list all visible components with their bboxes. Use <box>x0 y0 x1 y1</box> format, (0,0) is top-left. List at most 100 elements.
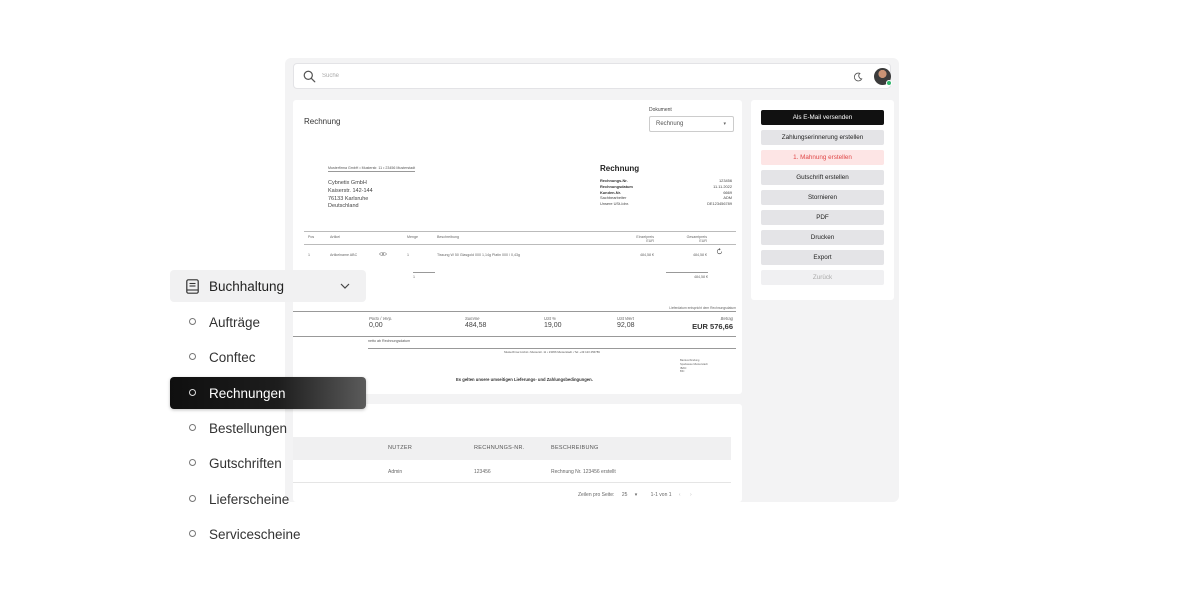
circle-icon <box>189 389 196 396</box>
delivery-note: Lieferdatum entspricht dem Rechnungsdatu… <box>669 306 736 310</box>
col-artikel: Artikel <box>330 235 340 239</box>
bank-details: Bankverbindung Sparkasse Musterstadt IBA… <box>680 359 707 374</box>
chevron-down-icon <box>340 283 350 289</box>
recipient-line: Cybnetix GmbH <box>328 180 367 186</box>
col-pos: Pos <box>308 235 315 239</box>
col-einzelpreis-unit: EUR <box>646 239 654 243</box>
rows-per-page-select[interactable]: 25 ▾ <box>622 492 643 498</box>
sidebar-item-label: Servicescheine <box>209 527 301 542</box>
total-ust-wert: USt Wert 92,08 <box>617 316 635 329</box>
sidebar-item-label: Lieferscheine <box>209 492 290 507</box>
chevron-down-icon: ▾ <box>723 121 726 127</box>
invoice-meta: Rechnungs-Nr. 123456 Rechnungsdatum 11.11.… <box>600 178 732 207</box>
total-betrag: Betrag EUR 576,66 <box>692 316 733 331</box>
chevron-right-icon[interactable]: › <box>690 492 692 498</box>
sidebar-item-label: Gutschriften <box>209 456 282 471</box>
sum-total: 484,58 € <box>666 272 708 279</box>
sidebar-item-rechnungen[interactable]: Rechnungen <box>170 377 366 409</box>
cell-gesamtpreis: 484,58 € <box>693 253 707 257</box>
recipient-line: 76133 Karlsruhe <box>328 195 369 202</box>
invoice-footer: Musterfirma GmbH • Musterstr. 11 • 23456… <box>368 348 736 354</box>
circle-icon <box>189 318 196 325</box>
email-send-button[interactable]: Als E-Mail versenden <box>761 110 884 125</box>
print-button[interactable]: Drucken <box>761 230 884 245</box>
cell-beschreibung: Rechnung Nr. 123456 erstellt <box>551 469 616 475</box>
circle-icon <box>189 424 196 431</box>
payment-terms: netto ab Rechnungsdatum <box>368 339 411 343</box>
invoice-heading: Rechnung <box>600 164 640 173</box>
col-menge: Menge <box>407 235 418 239</box>
book-icon <box>186 279 199 294</box>
search-icon <box>303 70 316 83</box>
circle-icon <box>189 530 196 537</box>
cell-artikel: Artikelname ABC <box>330 253 358 257</box>
col-gesamtpreis-unit: EUR <box>699 239 707 243</box>
recipient-line: Kaiserstr. 142-144 <box>328 187 373 194</box>
avatar[interactable] <box>874 68 892 86</box>
col-beschreibung: Beschreibung <box>437 235 459 239</box>
export-button[interactable]: Export <box>761 250 884 265</box>
sidebar-item-gutschriften[interactable]: Gutschriften <box>170 447 366 479</box>
terms-note: Es gelten unsere umseitigen Lieferungs- … <box>456 377 593 382</box>
sidebar-item-bestellungen[interactable]: Bestellungen <box>170 412 366 444</box>
col-rechnungs-nr: RECHNUNGS-NR. <box>474 445 525 451</box>
sidebar-group-label: Buchhaltung <box>209 279 285 294</box>
sidebar-item-conftec[interactable]: Conftec <box>170 341 366 373</box>
sender-line: Musterfirma GmbH • Musterstr. 11 • 23456… <box>328 166 416 172</box>
col-einzelpreis: Einzelpreis EUR <box>624 235 654 243</box>
document-label: Dokument <box>649 107 672 113</box>
meta-label: Unsere USt-Idnr. <box>600 201 629 207</box>
refresh-icon[interactable] <box>716 248 723 255</box>
cancel-invoice-button[interactable]: Stornieren <box>761 190 884 205</box>
document-select[interactable]: Rechnung ▾ <box>649 116 734 132</box>
search-input[interactable] <box>322 68 622 84</box>
total-ust-percent: USt % 19,00 <box>544 316 562 329</box>
total-porto: Porto / Verp. 0,00 <box>369 316 392 329</box>
eye-icon[interactable] <box>379 251 387 257</box>
circle-icon <box>189 495 196 502</box>
card-title: Rechnung <box>304 117 341 126</box>
rows-per-page-label: Zeilen pro Seite: <box>578 492 615 498</box>
total-value: EUR 576,66 <box>692 322 733 331</box>
invoice-line-item: 1 Artikelname ABC 1 Tissung W 50 Glasgol… <box>304 250 736 262</box>
chevron-left-icon[interactable]: ‹ <box>679 492 681 498</box>
total-label: USt % <box>544 316 556 321</box>
total-label: Betrag <box>720 316 733 321</box>
online-status-icon <box>886 80 892 86</box>
pdf-button[interactable]: PDF <box>761 210 884 225</box>
cell-menge: 1 <box>407 253 409 257</box>
col-beschreibung: BESCHREIBUNG <box>551 445 599 451</box>
total-value: 0,00 <box>369 322 383 329</box>
total-label: Porto / Verp. <box>369 316 393 321</box>
meta-value: DE123456789 <box>707 201 732 207</box>
total-label: Summe <box>465 316 480 321</box>
sidebar-item-auftraege[interactable]: Aufträge <box>170 306 366 338</box>
pagination: Zeilen pro Seite: 25 ▾ 1-1 von 1 ‹ › <box>578 492 700 498</box>
recipient-address: Cybnetix GmbH Kaiserstr. 142-144 76133 K… <box>328 180 373 211</box>
sidebar-item-lieferscheine[interactable]: Lieferscheine <box>170 483 366 515</box>
dunning-button[interactable]: 1. Mahnung erstellen <box>761 150 884 165</box>
theme-toggle-icon[interactable] <box>853 72 863 82</box>
sidebar-item-label: Rechnungen <box>209 386 286 401</box>
rows-per-page-value: 25 <box>621 492 628 498</box>
circle-icon <box>189 459 196 466</box>
total-value: 19,00 <box>544 322 562 329</box>
sidebar-item-label: Bestellungen <box>209 421 288 436</box>
sidebar-group-buchhaltung[interactable]: Buchhaltung <box>170 270 366 302</box>
meta-row: Unsere USt-Idnr. DE123456789 <box>600 201 732 207</box>
recipient-line: Deutschland <box>328 203 359 210</box>
app-window: Rechnung Dokument Rechnung ▾ Musterfirma… <box>285 58 899 502</box>
actions-panel: Als E-Mail versenden Zahlungserinnerung … <box>751 100 894 300</box>
back-button[interactable]: Zurück <box>761 270 884 285</box>
sidebar-item-servicescheine[interactable]: Servicescheine <box>170 518 366 550</box>
payment-reminder-button[interactable]: Zahlungserinnerung erstellen <box>761 130 884 145</box>
document-select-value: Rechnung <box>656 121 684 127</box>
col-gesamtpreis: Gesamtpreis EUR <box>677 235 707 243</box>
credit-note-button[interactable]: Gutschrift erstellen <box>761 170 884 185</box>
cell-nutzer: Admin <box>388 469 403 475</box>
total-label: USt Wert <box>617 316 634 321</box>
search-bar[interactable] <box>293 63 892 89</box>
col-nutzer: NUTZER <box>388 445 413 451</box>
total-value: 92,08 <box>617 322 635 329</box>
chevron-down-icon: ▾ <box>634 492 638 498</box>
